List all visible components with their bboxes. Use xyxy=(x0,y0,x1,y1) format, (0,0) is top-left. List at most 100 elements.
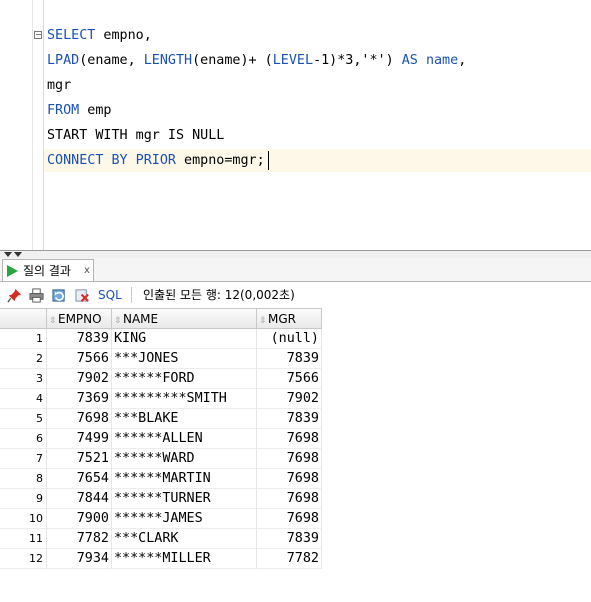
cell-name[interactable]: ******FORD xyxy=(112,369,257,389)
table-row[interactable]: 9 7844 ******TURNER 7698 xyxy=(0,489,322,509)
row-number: 4 xyxy=(0,389,47,409)
fetch-status: 인출된 모든 행: 12(0,002초) xyxy=(143,288,295,302)
print-icon[interactable] xyxy=(29,288,44,303)
cell-mgr[interactable]: 7782 xyxy=(257,549,322,569)
cell-mgr[interactable]: 7698 xyxy=(257,449,322,469)
refresh-icon[interactable] xyxy=(52,288,67,303)
cell-name[interactable]: KING xyxy=(112,329,257,349)
column-header-empno[interactable]: ⇳EMPNO xyxy=(47,308,112,329)
cell-mgr[interactable]: 7839 xyxy=(257,529,322,549)
gutter-divider xyxy=(43,0,44,250)
table-row[interactable]: 1 7839 KING (null) xyxy=(0,329,322,349)
row-number: 6 xyxy=(0,429,47,449)
sort-icon[interactable]: ⇳ xyxy=(258,311,268,331)
cell-name[interactable]: ******MILLER xyxy=(112,549,257,569)
row-number: 3 xyxy=(0,369,47,389)
cancel-query-icon[interactable] xyxy=(75,288,90,303)
code-line[interactable]: SELECT empno, xyxy=(47,26,152,46)
toolbar-separator xyxy=(131,287,132,303)
sql-token: START WITH mgr IS NULL xyxy=(47,128,225,143)
row-number: 9 xyxy=(0,489,47,509)
cell-empno[interactable]: 7369 xyxy=(47,389,112,409)
sql-token: emp xyxy=(79,103,112,118)
cell-mgr[interactable]: 7839 xyxy=(257,349,322,369)
grid-header: ⇳EMPNO ⇳NAME ⇳MGR xyxy=(0,308,322,329)
code-line[interactable]: FROM emp xyxy=(47,101,112,121)
table-row[interactable]: 5 7698 ***BLAKE 7839 xyxy=(0,409,322,429)
cell-name[interactable]: *********SMITH xyxy=(112,389,257,409)
cell-mgr[interactable]: 7566 xyxy=(257,369,322,389)
row-number: 11 xyxy=(0,529,47,549)
sql-keyword: CONNECT BY PRIOR xyxy=(47,153,176,168)
header-corner xyxy=(0,308,47,329)
sql-keyword: name xyxy=(425,53,459,68)
table-row[interactable]: 7 7521 ******WARD 7698 xyxy=(0,449,322,469)
cell-name[interactable]: ***BLAKE xyxy=(112,409,257,429)
tab-query-result[interactable]: 질의 결과 x xyxy=(2,259,94,281)
cell-name[interactable]: ******JAMES xyxy=(112,509,257,529)
sql-token: (ename, xyxy=(79,53,144,68)
table-row[interactable]: 6 7499 ******ALLEN 7698 xyxy=(0,429,322,449)
cell-empno[interactable]: 7934 xyxy=(47,549,112,569)
cell-empno[interactable]: 7654 xyxy=(47,469,112,489)
table-row[interactable]: 12 7934 ******MILLER 7782 xyxy=(0,549,322,569)
row-number: 10 xyxy=(0,509,47,529)
sql-keyword: SELECT xyxy=(47,28,96,43)
cell-mgr[interactable]: 7698 xyxy=(257,429,322,449)
sort-icon[interactable]: ⇳ xyxy=(48,311,58,331)
cell-name[interactable]: ******TURNER xyxy=(112,489,257,509)
code-line[interactable]: CONNECT BY PRIOR empno=mgr; xyxy=(47,151,265,171)
cell-mgr[interactable]: 7698 xyxy=(257,509,322,529)
cell-name[interactable]: ***JONES xyxy=(112,349,257,369)
sql-token: (ename)+ ( xyxy=(192,53,273,68)
tab-close-button[interactable]: x xyxy=(84,263,90,279)
table-row[interactable]: 8 7654 ******MARTIN 7698 xyxy=(0,469,322,489)
sql-button[interactable]: SQL xyxy=(98,287,122,303)
cell-name[interactable]: ******MARTIN xyxy=(112,469,257,489)
cell-empno[interactable]: 7521 xyxy=(47,449,112,469)
cell-name[interactable]: ******WARD xyxy=(112,449,257,469)
code-line[interactable]: mgr xyxy=(47,76,71,96)
cell-mgr[interactable]: 7902 xyxy=(257,389,322,409)
column-header-name[interactable]: ⇳NAME xyxy=(112,308,257,329)
cell-mgr[interactable]: 7839 xyxy=(257,409,322,429)
gutter-divider xyxy=(32,0,33,250)
cell-empno[interactable]: 7698 xyxy=(47,409,112,429)
cell-empno[interactable]: 7566 xyxy=(47,349,112,369)
cell-empno[interactable]: 7844 xyxy=(47,489,112,509)
row-number: 1 xyxy=(0,329,47,349)
code-line[interactable]: START WITH mgr IS NULL xyxy=(47,126,224,146)
table-row[interactable]: 11 7782 ***CLARK 7839 xyxy=(0,529,322,549)
cell-mgr[interactable]: 7698 xyxy=(257,489,322,509)
row-number: 8 xyxy=(0,469,47,489)
cell-mgr[interactable]: 7698 xyxy=(257,469,322,489)
table-row[interactable]: 4 7369 *********SMITH 7902 xyxy=(0,389,322,409)
cell-name[interactable]: ******ALLEN xyxy=(112,429,257,449)
collapse-arrow-icon[interactable] xyxy=(4,252,12,257)
fold-collapse-icon[interactable]: − xyxy=(34,31,42,39)
row-number: 12 xyxy=(0,549,47,569)
cell-name[interactable]: ***CLARK xyxy=(112,529,257,549)
cell-empno[interactable]: 7900 xyxy=(47,509,112,529)
sql-keyword: LENGTH xyxy=(143,53,193,68)
cell-empno[interactable]: 7782 xyxy=(47,529,112,549)
results-grid[interactable]: ⇳EMPNO ⇳NAME ⇳MGR 1 7839 KING (null) 2 7566 **… xyxy=(0,308,591,602)
results-tabbar: 질의 결과 x xyxy=(0,258,591,282)
cell-mgr[interactable]: (null) xyxy=(257,329,322,349)
sql-token: mgr xyxy=(47,78,72,93)
pin-icon[interactable] xyxy=(7,288,22,303)
sql-keyword: AS xyxy=(401,53,418,68)
collapse-arrow-icon[interactable] xyxy=(14,252,22,257)
sql-editor[interactable]: − SELECT empno, LPAD(ename, LENGTH(ename)… xyxy=(0,0,591,250)
code-line[interactable]: LPAD(ename, LENGTH(ename)+ (LEVEL-1)*3,'… xyxy=(47,51,466,71)
text-caret xyxy=(268,151,269,170)
table-row[interactable]: 3 7902 ******FORD 7566 xyxy=(0,369,322,389)
cell-empno[interactable]: 7902 xyxy=(47,369,112,389)
sort-icon[interactable]: ⇳ xyxy=(113,311,123,331)
pane-splitter[interactable] xyxy=(0,250,591,258)
cell-empno[interactable]: 7839 xyxy=(47,329,112,349)
cell-empno[interactable]: 7499 xyxy=(47,429,112,449)
table-row[interactable]: 2 7566 ***JONES 7839 xyxy=(0,349,322,369)
column-header-mgr[interactable]: ⇳MGR xyxy=(257,308,322,329)
table-row[interactable]: 10 7900 ******JAMES 7698 xyxy=(0,509,322,529)
